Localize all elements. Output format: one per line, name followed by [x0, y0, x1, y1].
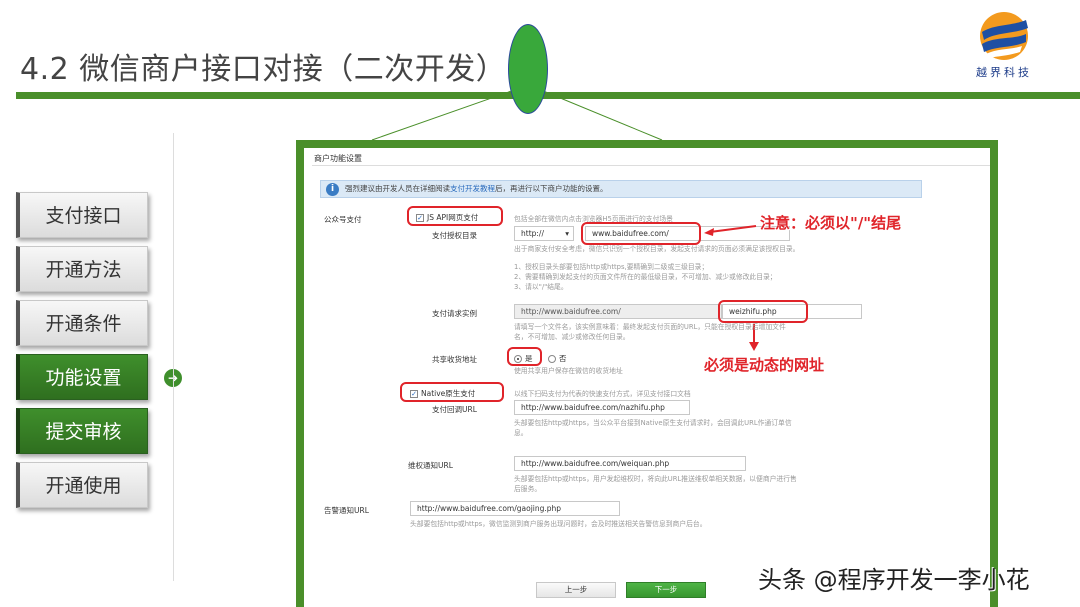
share-label: 共享收货地址: [432, 355, 477, 364]
decorative-ellipse: [508, 24, 548, 114]
info-text: 强烈建议由开发人员在详细阅读: [345, 184, 450, 193]
rights-label: 维权通知URL: [408, 461, 453, 470]
nav-item-payment-interface[interactable]: 支付接口: [16, 192, 148, 238]
screenshot-frame: 商户功能设置 i 强烈建议由开发人员在详细阅读支付开发教程后，再进行以下商户功能…: [296, 140, 998, 607]
native-desc: 以线下扫码支付为代表的快速支付方式，详见支付接口文档: [514, 390, 691, 398]
section-label: 公众号支付: [324, 215, 362, 224]
callback-hint-1: 息。: [514, 429, 528, 437]
logo-text: 越界科技: [976, 66, 1032, 79]
radio-empty-icon: [548, 355, 556, 363]
callback-label: 支付回调URL: [432, 405, 477, 414]
prev-button[interactable]: 上一步: [536, 582, 616, 598]
title-rule: [16, 92, 1080, 99]
dir-hint-2: 2、需要精确到发起支付的页面文件所在的最低级目录，不可增加、减少或修改此目录；: [514, 273, 777, 281]
alarm-label: 告警通知URL: [324, 506, 369, 515]
callback-input[interactable]: http://www.baidufree.com/nazhifu.php: [514, 400, 690, 415]
nav-item-function-settings[interactable]: 功能设置: [16, 354, 148, 400]
alarm-input[interactable]: http://www.baidufree.com/gaojing.php: [410, 501, 620, 516]
annotation-slash-ending: 注意：必须以"/"结尾: [760, 214, 902, 232]
nav-divider: [173, 133, 174, 581]
req-hint-1: 名，不可增加、减少或修改任何目录。: [514, 333, 630, 341]
annotation-dynamic-url: 必须是动态的网址: [704, 356, 825, 374]
rights-hint-0: 头部要包括http或https，用户发起维权时，将向此URL推送维权单相关数据，…: [514, 475, 797, 483]
nav-item-activation-conditions[interactable]: 开通条件: [16, 300, 148, 346]
highlight-ring: [407, 206, 503, 226]
nav-item-activation-method[interactable]: 开通方法: [16, 246, 148, 292]
highlight-ring: [400, 382, 504, 402]
req-label: 支付请求实例: [432, 309, 477, 318]
highlight-ring: [718, 300, 808, 323]
info-link[interactable]: 支付开发教程: [450, 184, 495, 193]
share-hint: 使用共享用户保存在微信的收货地址: [514, 367, 623, 375]
alarm-hint: 头部要包括http或https，微信监测到商户服务出现问题时，会及时推送相关告警…: [410, 520, 707, 528]
highlight-ring: [581, 222, 701, 245]
panel-title: 商户功能设置: [312, 152, 990, 166]
callback-hint-0: 头部要包括http或https，当公众平台接到Native原生支付请求时，会回调…: [514, 419, 792, 427]
nav-item-activate-use[interactable]: 开通使用: [16, 462, 148, 508]
highlight-ring: [507, 347, 542, 366]
red-arrow-icon: [704, 225, 757, 236]
dir-hint-0: 出于商家支付安全考虑，微信只识别一个授权目录，发起支付请求的页面必须满足该授权目…: [514, 245, 800, 253]
nav-item-submit-review[interactable]: 提交审核: [16, 408, 148, 454]
protocol-select[interactable]: http://▾: [514, 226, 574, 241]
chevron-down-icon: ▾: [565, 229, 569, 238]
next-button[interactable]: 下一步: [626, 582, 706, 598]
info-icon: i: [326, 183, 339, 196]
dir-hint-3: 3、请以"/"结尾。: [514, 283, 568, 291]
merchant-settings-panel: 商户功能设置: [312, 152, 990, 166]
slide-title: 4.2 微信商户接口对接（二次开发）: [20, 52, 507, 87]
share-no-radio[interactable]: 否: [548, 353, 567, 364]
req-prefix: http://www.baidufree.com/: [514, 304, 722, 319]
dir-hint-1: 1、授权目录头部要包括http或https,要精确到二级或三级目录；: [514, 263, 709, 271]
req-hint-0: 请填写一个文件名，该实例意味着：最终发起支付页面的URL，只能在授权目录后增加文…: [514, 323, 786, 331]
info-bar: i 强烈建议由开发人员在详细阅读支付开发教程后，再进行以下商户功能的设置。: [320, 180, 922, 198]
rights-input[interactable]: http://www.baidufree.com/weiquan.php: [514, 456, 746, 471]
company-logo: 越界科技: [972, 10, 1036, 84]
watermark: 头条 @程序开发一李小花: [758, 566, 1030, 594]
dir-label: 支付授权目录: [432, 231, 477, 240]
rights-hint-1: 后服务。: [514, 485, 542, 493]
logo-icon: [980, 12, 1028, 60]
info-text-after: 后，再进行以下商户功能的设置。: [495, 184, 608, 193]
